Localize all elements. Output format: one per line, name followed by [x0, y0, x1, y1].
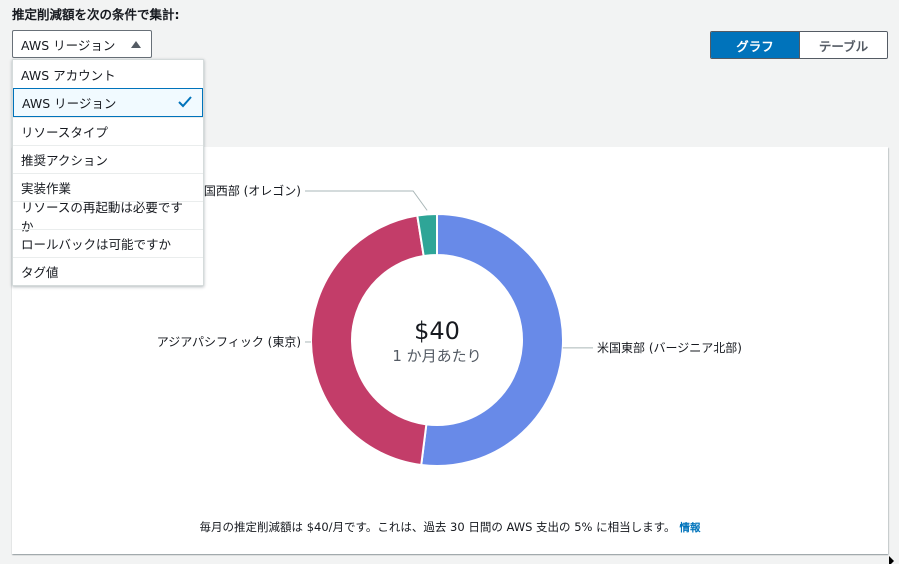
aggregate-by-dropdown: AWS アカウント AWS リージョン リソースタイプ 推奨アクション 実装作業… — [12, 59, 204, 286]
option-label: AWS アカウント — [21, 67, 116, 83]
option-label: リソースタイプ — [21, 125, 108, 140]
caret-up-icon — [131, 40, 141, 48]
option-recommended-action[interactable]: 推奨アクション — [13, 145, 203, 173]
chart-center-label: 1 か月あたり — [392, 347, 481, 365]
view-toggle: グラフ テーブル — [710, 31, 888, 59]
option-tag-value[interactable]: タグ値 — [13, 257, 203, 285]
checkmark-icon — [178, 96, 192, 108]
aggregate-by-select[interactable]: AWS リージョン — [12, 30, 152, 58]
option-label: 実装作業 — [21, 181, 72, 196]
donut-slice[interactable] — [310, 214, 428, 467]
info-link[interactable]: 情報 — [679, 522, 700, 534]
mouse-cursor-icon — [889, 556, 894, 564]
slice-label: アジアパシフィック (東京) — [157, 335, 301, 349]
option-label: タグ値 — [21, 265, 59, 280]
option-aws-account[interactable]: AWS アカウント — [13, 60, 203, 88]
table-toggle-button[interactable]: テーブル — [799, 32, 887, 58]
option-label: ロールバックは可能ですか — [21, 237, 172, 252]
slice-label: 米国東部 (バージニア北部) — [597, 340, 742, 355]
option-label: 推奨アクション — [21, 153, 108, 168]
graph-toggle-button[interactable]: グラフ — [711, 32, 799, 58]
chart-center-value: $40 — [414, 317, 460, 345]
option-aws-region[interactable]: AWS リージョン — [13, 88, 203, 117]
leader-line — [305, 190, 428, 211]
select-value: AWS リージョン — [21, 37, 116, 53]
option-label: AWS リージョン — [22, 96, 117, 111]
slice-label: 米国西部 (オレゴン) — [192, 183, 301, 198]
option-rollback-possible[interactable]: ロールバックは可能ですか — [13, 229, 203, 257]
savings-summary: 毎月の推定削減額は $40/月です。これは、過去 30 日間の AWS 支出の … — [12, 519, 888, 535]
option-resource-type[interactable]: リソースタイプ — [13, 117, 203, 145]
aggregate-by-label: 推定削減額を次の条件で集計: — [12, 7, 180, 22]
option-restart-required[interactable]: リソースの再起動は必要ですか — [13, 200, 203, 234]
savings-summary-text: 毎月の推定削減額は $40/月です。これは、過去 30 日間の AWS 支出の … — [199, 520, 676, 534]
